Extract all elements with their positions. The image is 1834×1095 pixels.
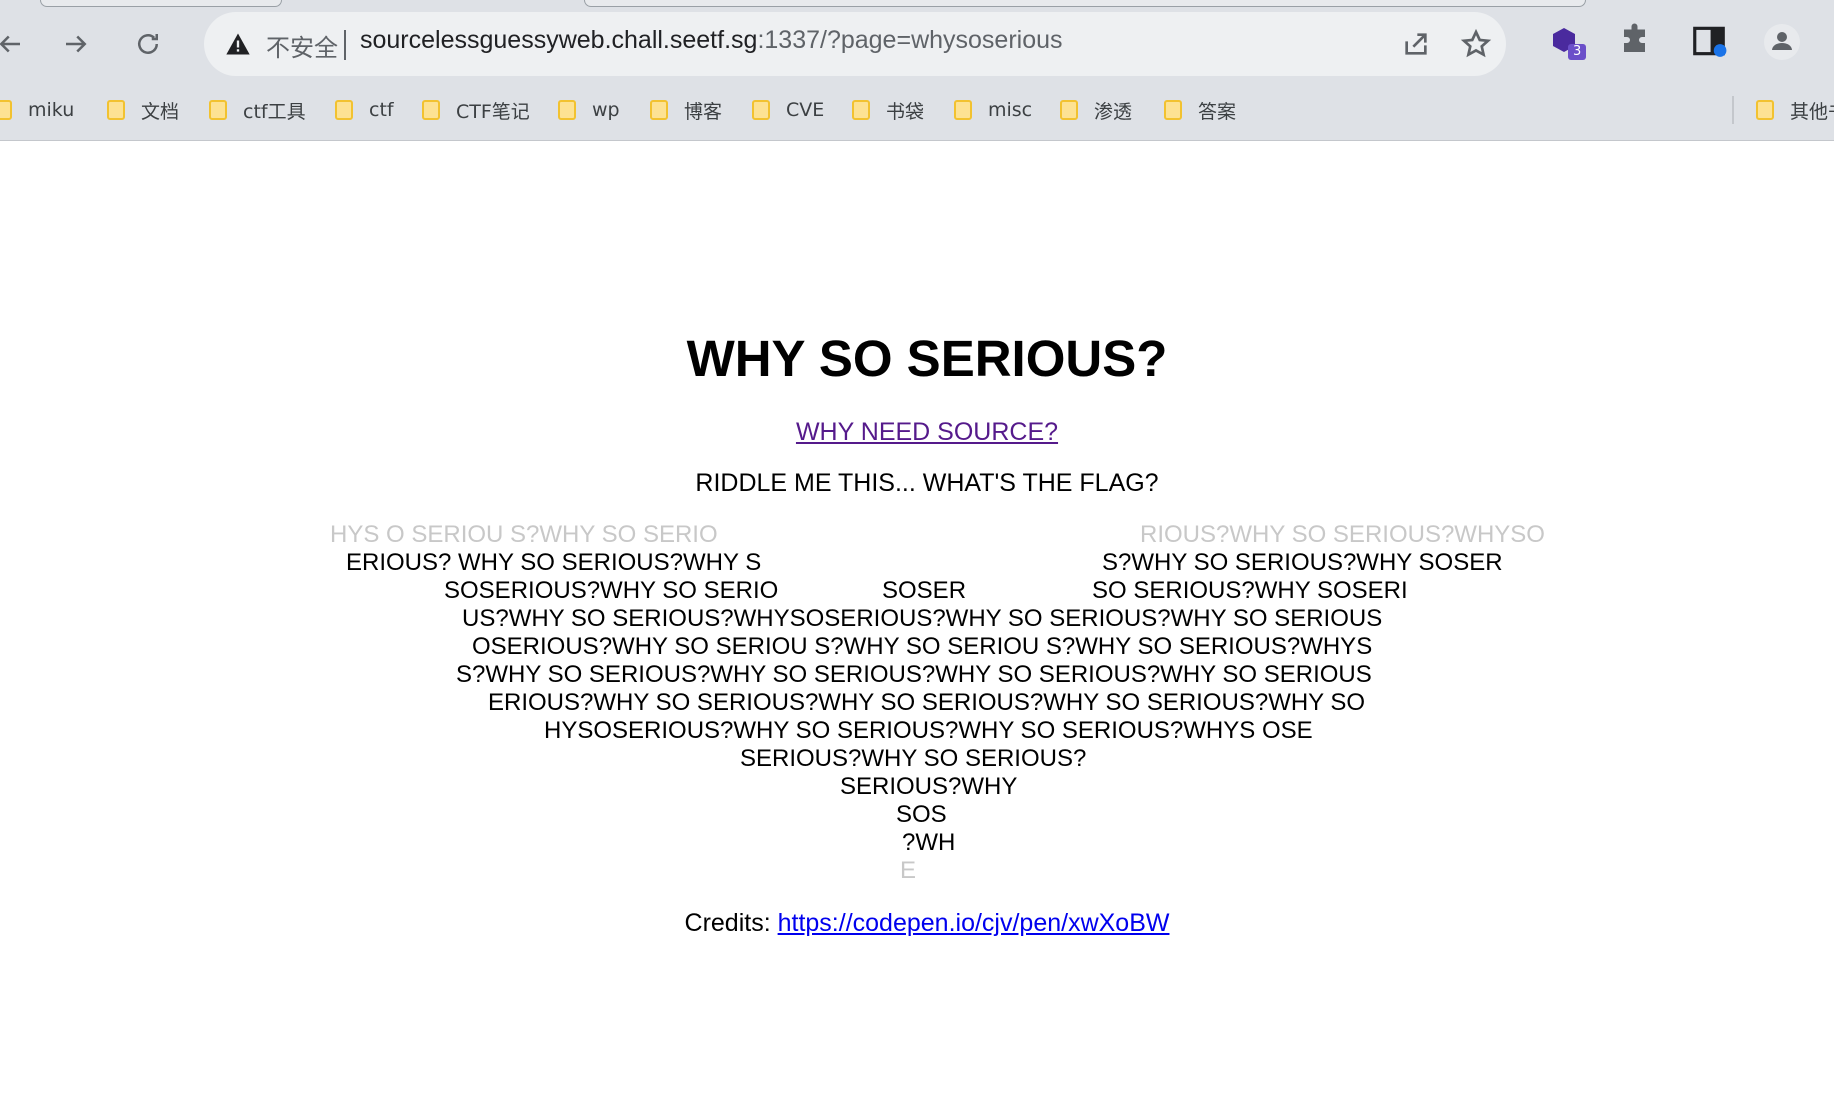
folder-icon	[335, 100, 353, 120]
divider	[344, 30, 346, 60]
bookmark-item[interactable]: 答案	[1164, 94, 1236, 126]
folder-icon	[1164, 100, 1182, 120]
tab-strip	[0, 0, 1834, 8]
folder-icon	[422, 100, 440, 120]
url-text[interactable]: sourcelessguessyweb.chall.seetf.sg:1337/…	[360, 26, 1063, 55]
bookmark-label: 书袋	[886, 100, 925, 123]
arrow-left-icon	[0, 35, 20, 53]
forward-button[interactable]	[52, 20, 100, 68]
reload-button[interactable]	[124, 20, 172, 68]
extension-hex-icon	[1553, 28, 1586, 60]
folder-icon	[107, 100, 125, 120]
bookmark-item-other[interactable]: 其他书	[1756, 94, 1834, 126]
riddle-text: RIDDLE ME THIS... WHAT'S THE FLAG?	[695, 469, 1159, 497]
extensions-button[interactable]	[1618, 22, 1658, 62]
folder-icon	[0, 100, 12, 120]
bat-line: RIOUS?WHY SO SERIOUS?WHYSO	[1140, 521, 1545, 548]
bat-line: OSERIOUS?WHY SO SERIOU S?WHY SO SERIOU S…	[472, 633, 1373, 660]
bookmark-label: misc	[988, 99, 1033, 121]
bat-line: S?WHY SO SERIOUS?WHY SOSER	[1102, 549, 1503, 576]
folder-icon	[1060, 100, 1078, 120]
bookmark-item[interactable]: CTF笔记	[422, 94, 530, 126]
folder-icon	[752, 100, 770, 120]
extension-button[interactable]: 3	[1548, 22, 1588, 62]
source-link-wrap: WHY NEED SOURCE?	[0, 418, 1834, 447]
insecure-label[interactable]: 不安全	[266, 28, 338, 63]
credits-link[interactable]: https://codepen.io/cjv/pen/xwXoBW	[778, 909, 1170, 937]
bookmark-item[interactable]: ctf工具	[209, 94, 306, 126]
bookmark-label: 渗透	[1094, 100, 1133, 123]
bat-line: ?WH	[902, 829, 956, 856]
puzzle-icon	[1624, 23, 1645, 52]
folder-icon	[650, 100, 668, 120]
warning-icon[interactable]	[224, 30, 252, 58]
bat-line: SOS	[896, 801, 947, 828]
bat-line: SOSER	[882, 577, 967, 604]
bookmark-item[interactable]: 博客	[650, 94, 722, 126]
bookmark-item[interactable]: 渗透	[1060, 94, 1132, 126]
bookmark-item[interactable]: wp	[558, 94, 620, 126]
bookmark-label: CVE	[786, 99, 825, 121]
browser-chrome: 不安全 sourcelessguessyweb.chall.seetf.sg:1…	[0, 0, 1834, 141]
folder-icon	[954, 100, 972, 120]
avatar-icon	[1764, 24, 1800, 60]
bat-line: S?WHY SO SERIOUS?WHY SO SERIOUS?WHY SO S…	[456, 661, 1372, 688]
page-content: WHY SO SERIOUS? WHY NEED SOURCE? RIDDLE …	[0, 141, 1834, 1095]
bookmark-label: miku	[28, 99, 75, 121]
bat-line: US?WHY SO SERIOUS?WHYSOSERIOUS?WHY SO SE…	[462, 605, 1383, 632]
folder-icon	[852, 100, 870, 120]
sidepanel-icon	[1693, 26, 1727, 57]
share-icon[interactable]	[1400, 28, 1432, 60]
bookmark-label: 博客	[684, 100, 723, 123]
bat-line: HYSOSERIOUS?WHY SO SERIOUS?WHY SO SERIOU…	[544, 717, 1313, 744]
address-bar[interactable]: 不安全 sourcelessguessyweb.chall.seetf.sg:1…	[204, 12, 1506, 76]
bookmark-label: ctf工具	[243, 100, 306, 123]
tab[interactable]	[40, 0, 282, 7]
source-link[interactable]: WHY NEED SOURCE?	[796, 418, 1058, 446]
bookmark-item[interactable]: CVE	[752, 94, 824, 126]
arrow-right-icon	[66, 35, 87, 53]
bookmark-label: 答案	[1198, 100, 1237, 123]
bat-line: HYS O SERIOU S?WHY SO SERIO	[330, 521, 718, 548]
back-button[interactable]	[0, 20, 34, 68]
bookmark-label: wp	[592, 99, 620, 121]
credits: Credits: https://codepen.io/cjv/pen/xwXo…	[0, 909, 1834, 938]
bat-line: ERIOUS? WHY SO SERIOUS?WHY S	[346, 549, 762, 576]
bookmarks-divider	[1732, 96, 1734, 124]
extension-badge: 3	[1573, 44, 1582, 59]
bookmark-item[interactable]: miku	[0, 94, 74, 126]
bat-line: SERIOUS?WHY SO SERIOUS?	[740, 745, 1087, 772]
folder-icon	[209, 100, 227, 120]
bookmark-item[interactable]: misc	[954, 94, 1032, 126]
bookmark-label: ctf	[369, 99, 394, 121]
folder-icon	[1756, 100, 1774, 120]
sidepanel-button[interactable]	[1690, 22, 1730, 62]
credits-label: Credits:	[684, 909, 771, 937]
profile-button[interactable]	[1762, 22, 1802, 62]
bookmark-label: 其他书	[1790, 100, 1834, 123]
bookmark-label: CTF笔记	[456, 100, 530, 123]
bookmark-item[interactable]: 书袋	[852, 94, 924, 126]
reload-icon	[138, 34, 158, 54]
tab-active[interactable]	[584, 0, 1586, 7]
url-path: :1337/?page=whysoserious	[757, 26, 1063, 54]
bat-line: SERIOUS?WHY	[840, 773, 1018, 800]
bat-line: ERIOUS?WHY SO SERIOUS?WHY SO SERIOUS?WHY…	[488, 689, 1366, 716]
bookmark-label: 文档	[141, 100, 180, 123]
bat-line: E	[900, 857, 917, 884]
bat-line: SOSERIOUS?WHY SO SERIO	[444, 577, 779, 604]
folder-icon	[558, 100, 576, 120]
page-title: WHY SO SERIOUS?	[686, 330, 1168, 387]
url-host: sourcelessguessyweb.chall.seetf.sg	[360, 26, 758, 54]
bookmark-item[interactable]: ctf	[335, 94, 394, 126]
bookmarks-bar: miku 文档 ctf工具 ctf CTF笔记 wp 博客 CVE 书袋 mis…	[0, 88, 1834, 132]
bat-line: SO SERIOUS?WHY SOSERI	[1092, 577, 1408, 604]
star-icon[interactable]	[1460, 28, 1492, 60]
bookmark-item[interactable]: 文档	[107, 94, 179, 126]
